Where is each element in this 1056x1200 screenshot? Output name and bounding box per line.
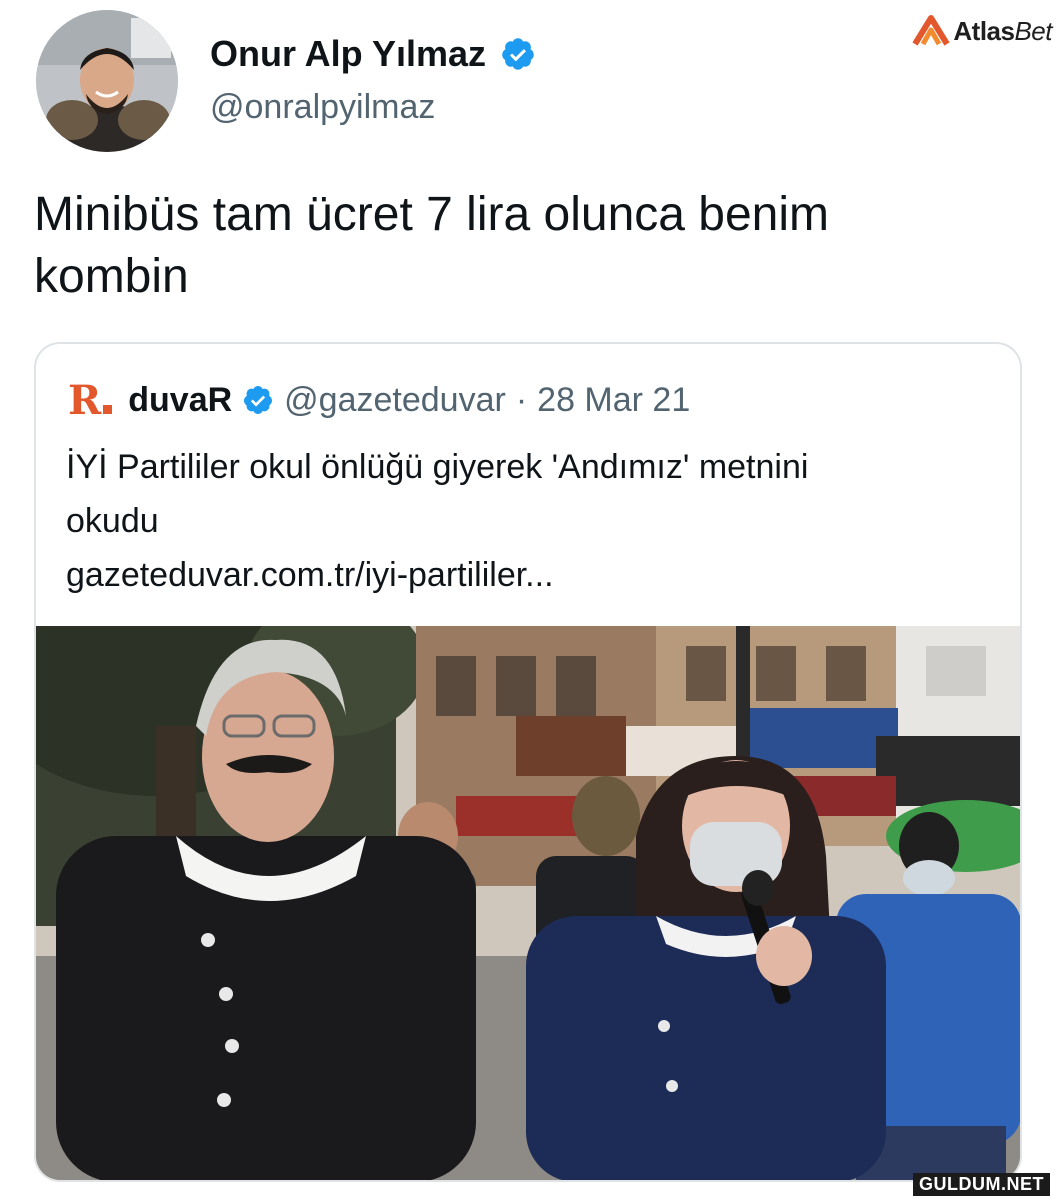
brand-text: AtlasBet (953, 16, 1052, 47)
site-watermark: GULDUM.NET (913, 1173, 1050, 1196)
author-handle[interactable]: @onralpyilmaz (210, 88, 435, 127)
quoted-tweet-photo[interactable] (36, 626, 1020, 1180)
quoted-tweet-header: R duvaR @gazeteduvar · 28 Mar 21 (68, 374, 690, 426)
tweet-screenshot: Onur Alp Yılmaz @onralpyilmaz AtlasBet M… (0, 0, 1056, 1200)
brand-watermark: AtlasBet (911, 14, 1052, 48)
quoted-account-logo-dot (103, 404, 113, 414)
brand-logo-icon (912, 15, 950, 46)
quoted-account-logo: R (68, 376, 113, 424)
quoted-account-name[interactable]: duvaR (128, 381, 232, 420)
quoted-tweet-date[interactable]: 28 Mar 21 (537, 381, 690, 420)
brand-text-part2: Bet (1014, 15, 1052, 46)
quoted-tweet-card[interactable]: R duvaR @gazeteduvar · 28 Mar 21 İYİ Par… (34, 342, 1022, 1182)
author-avatar[interactable] (36, 10, 178, 152)
verified-badge-icon (502, 38, 534, 70)
tweet-text-line-2: kombin (34, 250, 189, 303)
quoted-tweet-text-line-1: İYİ Partililer okul önlüğü giyerek 'Andı… (66, 448, 809, 486)
tweet-text: Minibüs tam ücret 7 lira olunca benim ko… (34, 184, 1024, 308)
author-name-row: Onur Alp Yılmaz (210, 26, 536, 82)
quoted-account-logo-letter: R (68, 376, 102, 424)
brand-text-part1: Atlas (953, 15, 1015, 46)
author-name[interactable]: Onur Alp Yılmaz (210, 33, 486, 75)
quoted-verified-badge-icon (244, 386, 273, 414)
quoted-tweet-link[interactable]: gazeteduvar.com.tr/iyi-partililer... (66, 556, 554, 595)
quoted-account-handle[interactable]: @gazeteduvar (284, 381, 506, 420)
quoted-tweet-text-line-2: okudu (66, 502, 159, 540)
tweet-text-line-1: Minibüs tam ücret 7 lira olunca benim (34, 188, 830, 241)
quoted-meta-separator: · (515, 380, 528, 419)
